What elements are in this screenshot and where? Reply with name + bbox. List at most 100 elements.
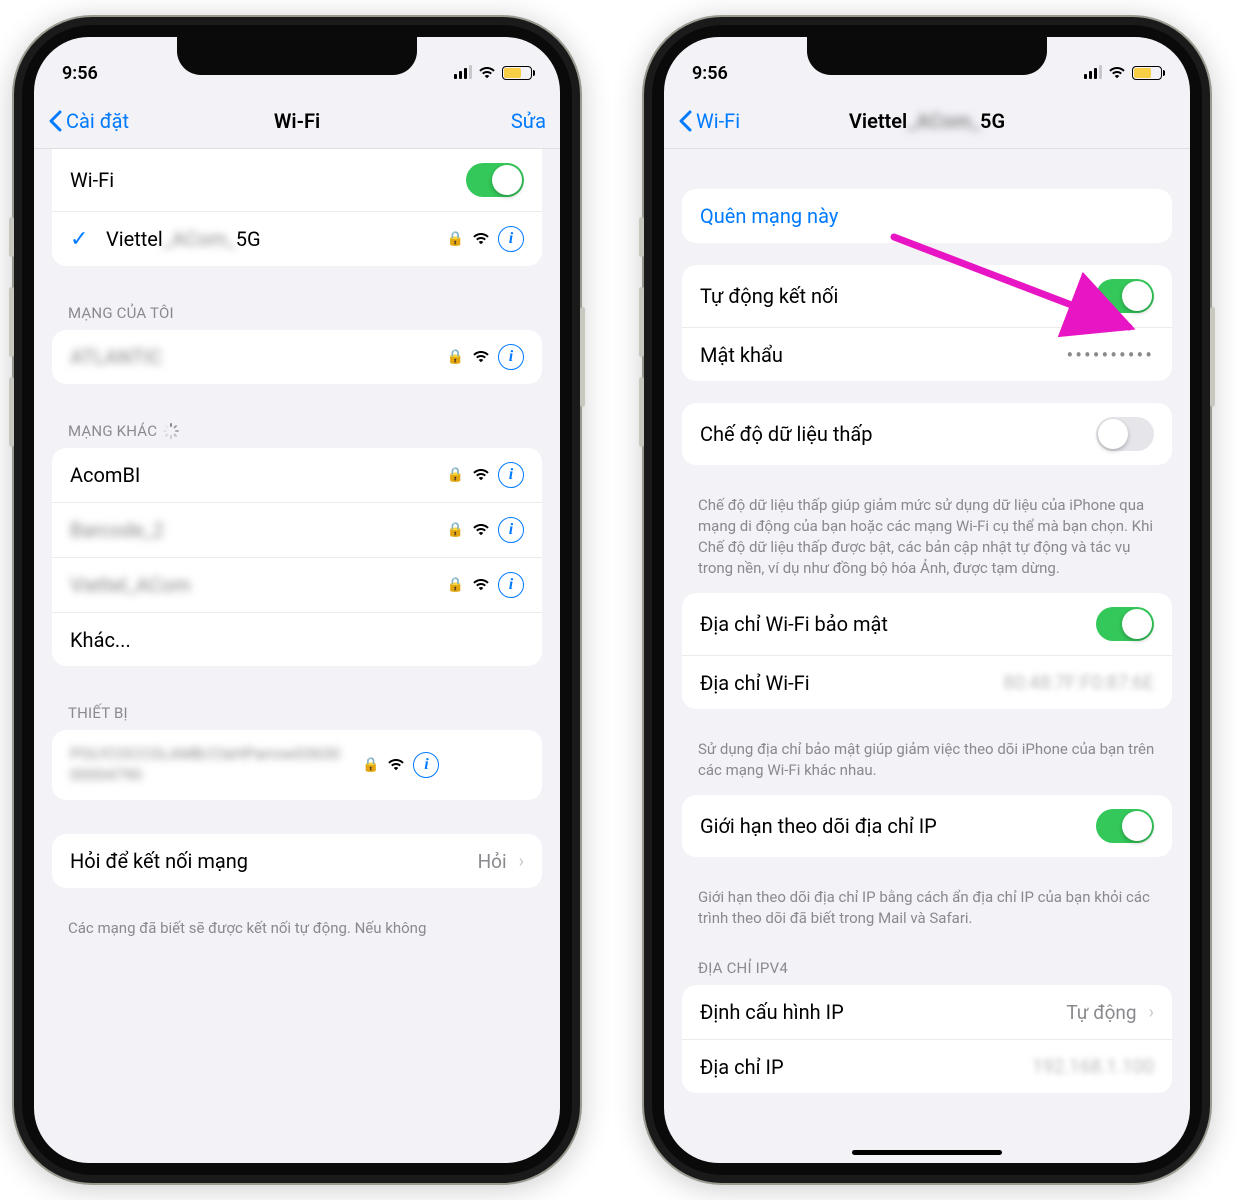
wifi-toggle-row[interactable]: Wi-Fi	[52, 149, 542, 211]
password-value: ••••••••••	[1067, 343, 1154, 367]
screen-right: 9:56 Wi-Fi Viettel_ACom_5G	[664, 37, 1190, 1163]
home-indicator[interactable]	[852, 1150, 1002, 1155]
auto-join-toggle[interactable]	[1096, 279, 1154, 313]
lock-icon: 🔒	[447, 467, 464, 483]
password-label: Mật khẩu	[700, 343, 1055, 367]
ask-to-join-row[interactable]: Hỏi để kết nối mạng Hỏi ›	[52, 834, 542, 888]
info-icon[interactable]: i	[498, 462, 524, 488]
info-icon[interactable]: i	[498, 572, 524, 598]
lock-icon: 🔒	[447, 577, 464, 593]
wifi-toggle[interactable]	[466, 163, 524, 197]
battery-icon	[1132, 66, 1162, 80]
configure-ip-row[interactable]: Định cấu hình IP Tự động ›	[682, 985, 1172, 1039]
private-address-toggle[interactable]	[1096, 607, 1154, 641]
info-icon[interactable]: i	[498, 344, 524, 370]
connected-network-row[interactable]: ✓ Viettel_ACom_5G 🔒 i	[52, 211, 542, 266]
footer-text: Các mạng đã biết sẽ được kết nối tự động…	[34, 910, 560, 953]
network-name: AcomBI	[70, 463, 435, 487]
ip-tracking-footer: Giới hạn theo dõi địa chỉ IP bằng cách ẩ…	[664, 879, 1190, 943]
wifi-signal-icon	[472, 230, 490, 249]
battery-icon	[502, 66, 532, 80]
private-address-footer: Sử dụng địa chỉ bảo mật giúp giảm việc t…	[664, 731, 1190, 795]
wifi-signal-icon	[472, 466, 490, 485]
other-label: Khác...	[70, 628, 524, 652]
my-network-name: ATLANTIC	[70, 345, 435, 369]
mute-switch	[9, 217, 14, 257]
chevron-left-icon	[678, 110, 692, 132]
notch	[177, 37, 417, 75]
lock-icon: 🔒	[447, 231, 464, 247]
wifi-address-value: 80:48:7F:F0:87:6E	[1003, 671, 1154, 694]
ipv4-header: ĐỊA CHỈ IPV4	[664, 943, 1190, 985]
volume-down	[9, 377, 14, 447]
password-row[interactable]: Mật khẩu ••••••••••	[682, 327, 1172, 381]
chevron-left-icon	[48, 110, 62, 132]
wifi-signal-icon	[472, 521, 490, 540]
cellular-icon	[454, 67, 472, 79]
content: Wi-Fi ✓ Viettel_ACom_5G 🔒 i	[34, 149, 560, 1163]
wifi-address-row[interactable]: Địa chỉ Wi-Fi 80:48:7F:F0:87:6E	[682, 655, 1172, 709]
forget-network-row[interactable]: Quên mạng này	[682, 189, 1172, 243]
wifi-icon	[478, 63, 496, 84]
other-network-row[interactable]: Viettel_ACom 🔒i	[52, 557, 542, 612]
lock-icon: 🔒	[447, 522, 464, 538]
wifi-signal-icon	[472, 348, 490, 367]
wifi-icon	[1108, 63, 1126, 84]
nav-edit[interactable]: Sửa	[511, 109, 546, 133]
other-network-row-more[interactable]: Khác...	[52, 612, 542, 666]
mute-switch	[639, 217, 644, 257]
ip-tracking-label: Giới hạn theo dõi địa chỉ IP	[700, 814, 1084, 838]
network-name: Barcode_2	[70, 518, 435, 542]
volume-down	[639, 377, 644, 447]
my-network-row[interactable]: ATLANTIC 🔒 i	[52, 330, 542, 384]
lock-icon: 🔒	[447, 349, 464, 365]
nav-bar: Wi-Fi Viettel_ACom_5G	[664, 93, 1190, 149]
nav-back[interactable]: Wi-Fi	[678, 109, 740, 133]
private-address-label: Địa chỉ Wi-Fi bảo mật	[700, 612, 1084, 636]
private-address-toggle-row[interactable]: Địa chỉ Wi-Fi bảo mật	[682, 593, 1172, 655]
chevron-right-icon: ›	[519, 851, 524, 872]
low-data-toggle[interactable]	[1096, 417, 1154, 451]
low-data-row[interactable]: Chế độ dữ liệu thấp	[682, 403, 1172, 465]
content: Quên mạng này Tự động kết nối Mật khẩu •…	[664, 149, 1190, 1163]
ip-address-row: Địa chỉ IP 192.168.1.100	[682, 1039, 1172, 1093]
info-icon[interactable]: i	[413, 752, 439, 778]
nav-title: Viettel_ACom_5G	[664, 109, 1190, 133]
auto-join-row[interactable]: Tự động kết nối	[682, 265, 1172, 327]
nav-back[interactable]: Cài đặt	[48, 109, 129, 133]
low-data-footer: Chế độ dữ liệu thấp giúp giảm mức sử dụn…	[664, 487, 1190, 593]
wifi-label: Wi-Fi	[70, 168, 454, 192]
other-network-row[interactable]: Barcode_2 🔒 i	[52, 502, 542, 557]
ip-address-label: Địa chỉ IP	[700, 1055, 1020, 1079]
configure-ip-label: Định cấu hình IP	[700, 1000, 1054, 1024]
ip-address-value: 192.168.1.100	[1032, 1055, 1154, 1078]
checkmark-icon: ✓	[70, 227, 94, 252]
device-row[interactable]: POLYCOCCOLAMB/ClaHParrow03630 00004790 🔒…	[52, 730, 542, 800]
info-icon[interactable]: i	[498, 226, 524, 252]
connected-network-name: Viettel_ACom_5G	[106, 227, 435, 251]
ask-label: Hỏi để kết nối mạng	[70, 849, 466, 873]
volume-up	[9, 287, 14, 357]
other-networks-header: MẠNG KHÁC	[34, 406, 560, 448]
other-network-row[interactable]: AcomBI 🔒 i	[52, 448, 542, 502]
ip-tracking-toggle[interactable]	[1096, 809, 1154, 843]
chevron-right-icon: ›	[1149, 1002, 1154, 1023]
iphone-left: 9:56 Cài đặt Wi-Fi Sửa	[12, 15, 582, 1185]
configure-ip-value: Tự động	[1066, 1001, 1136, 1024]
devices-header: THIẾT BỊ	[34, 688, 560, 730]
power-button	[580, 307, 585, 407]
screen-left: 9:56 Cài đặt Wi-Fi Sửa	[34, 37, 560, 1163]
device-name: POLYCOCCOLAMB/ClaHParrow03630 00004790	[70, 744, 350, 786]
status-time: 9:56	[692, 63, 728, 84]
forget-label: Quên mạng này	[700, 204, 838, 228]
my-networks-header: MẠNG CỦA TÔI	[34, 288, 560, 330]
notch	[807, 37, 1047, 75]
ip-tracking-row[interactable]: Giới hạn theo dõi địa chỉ IP	[682, 795, 1172, 857]
ask-value: Hỏi	[478, 850, 507, 873]
info-icon[interactable]: i	[498, 517, 524, 543]
volume-up	[639, 287, 644, 357]
spinner-icon	[163, 423, 179, 439]
wifi-signal-icon	[387, 756, 405, 775]
cellular-icon	[1084, 67, 1102, 79]
nav-bar: Cài đặt Wi-Fi Sửa	[34, 93, 560, 149]
